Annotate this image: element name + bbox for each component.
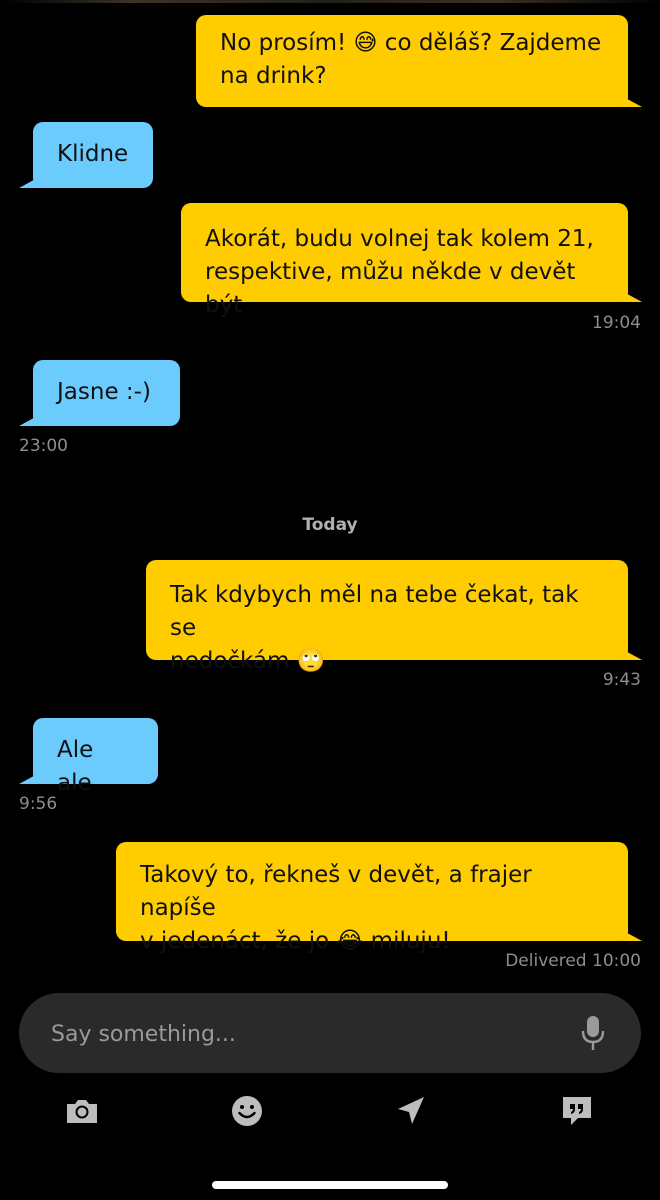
bubble-tail <box>620 95 642 107</box>
message-bubble-incoming[interactable]: Klidne <box>19 122 153 188</box>
message-timestamp: 9:43 <box>602 670 641 690</box>
microphone-icon[interactable] <box>581 1015 605 1051</box>
message-text: Jasne :-) <box>57 379 151 405</box>
emoji-icon[interactable] <box>229 1093 265 1129</box>
bubble-tail <box>19 414 41 426</box>
message-bubble-incoming[interactable]: Jasne :-) <box>19 360 180 426</box>
message-bubble-incoming[interactable]: Ale ale <box>19 718 158 796</box>
message-timestamp: 19:04 <box>592 313 641 333</box>
bubble-tail <box>620 929 642 941</box>
message-text: Akorát, budu volnej tak kolem 21, respek… <box>205 226 594 318</box>
location-arrow-icon[interactable] <box>393 1093 429 1129</box>
message-timestamp: 9:56 <box>19 794 58 814</box>
message-bubble-outgoing[interactable]: Takový to, řekneš v devět, a frajer napí… <box>116 842 642 954</box>
message-text: No prosím! 😅 co děláš? Zajdeme na drink? <box>220 30 602 89</box>
bubble-tail <box>620 290 642 302</box>
message-text: Ale ale <box>57 737 94 796</box>
message-composer <box>19 993 641 1073</box>
message-delivery-status: Delivered 10:00 <box>505 951 641 971</box>
message-text: Takový to, řekneš v devět, a frajer napí… <box>140 862 532 954</box>
chat-screen: No prosím! 😅 co děláš? Zajdeme na drink?… <box>0 0 660 1200</box>
bubble-tail <box>620 648 642 660</box>
bubble-tail <box>19 176 41 188</box>
message-bubble-outgoing[interactable]: Tak kdybych měl na tebe čekat, tak se ne… <box>146 560 642 674</box>
home-indicator <box>212 1181 448 1189</box>
message-timestamp: 23:00 <box>19 436 68 456</box>
quick-replies-icon[interactable] <box>559 1093 595 1129</box>
message-input[interactable] <box>49 1015 553 1053</box>
message-text: Tak kdybych měl na tebe čekat, tak se ne… <box>170 582 579 674</box>
day-separator: Today <box>302 515 358 535</box>
message-text: Klidne <box>57 141 129 167</box>
message-bubble-outgoing[interactable]: Akorát, budu volnej tak kolem 21, respek… <box>181 203 642 318</box>
camera-icon[interactable] <box>64 1093 100 1129</box>
top-image-strip <box>0 0 660 3</box>
bubble-tail <box>19 772 41 784</box>
message-bubble-outgoing[interactable]: No prosím! 😅 co děláš? Zajdeme na drink? <box>196 15 642 107</box>
